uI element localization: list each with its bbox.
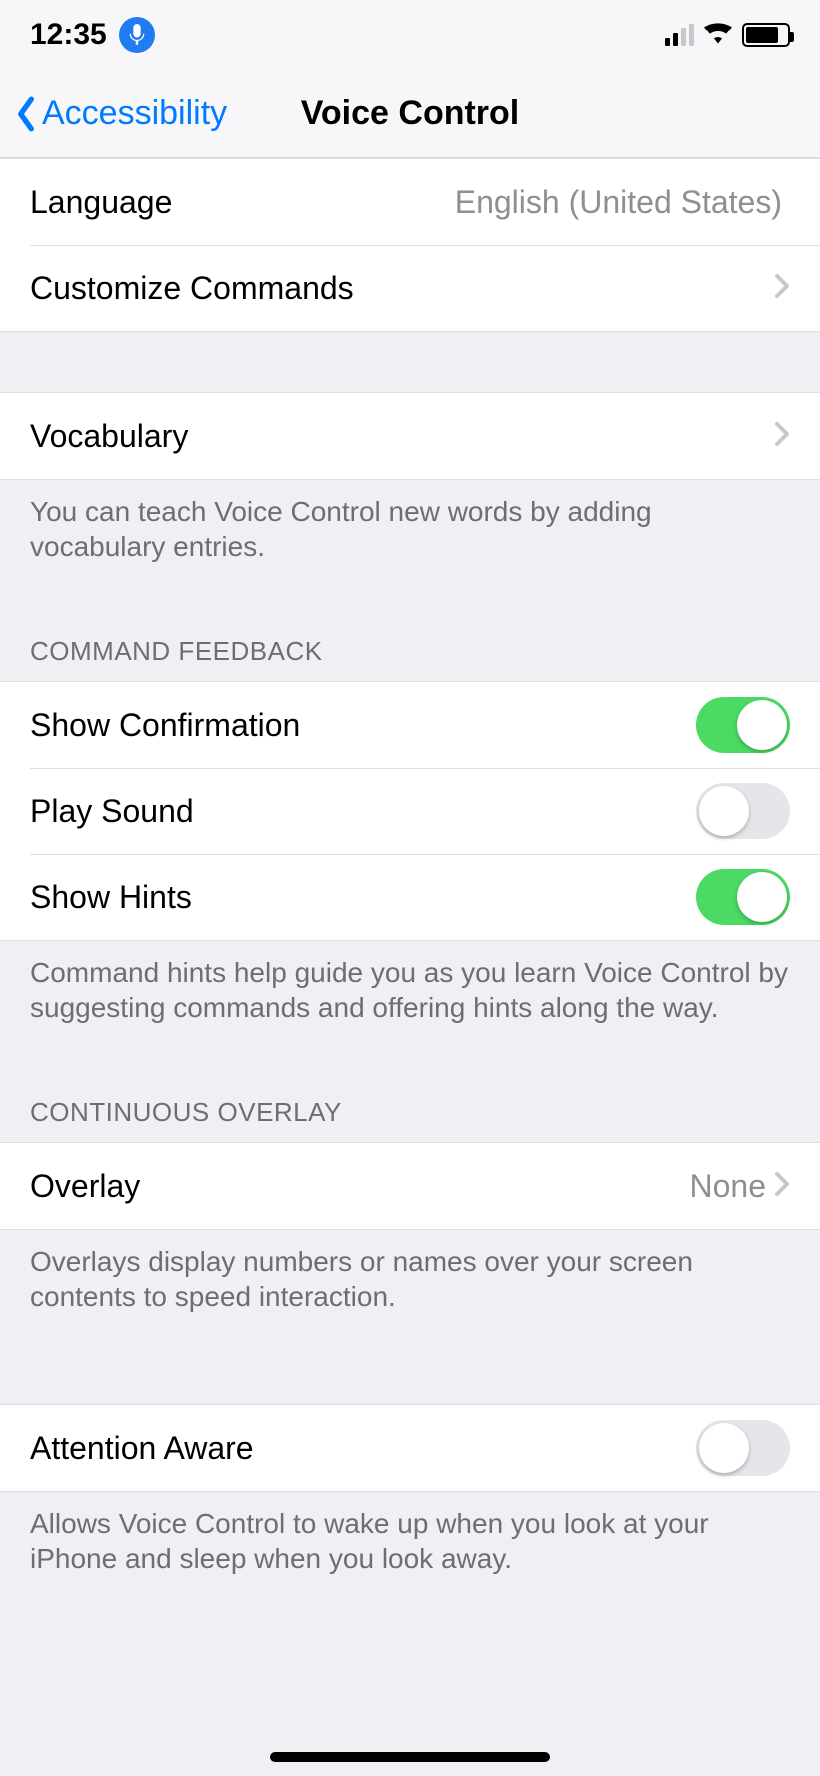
row-language-value: English (United States): [455, 184, 782, 221]
back-button[interactable]: Accessibility: [0, 94, 227, 133]
row-language-label: Language: [30, 184, 172, 221]
row-vocabulary[interactable]: Vocabulary: [0, 393, 820, 479]
chevron-right-icon: [774, 1168, 790, 1205]
attention-footer: Allows Voice Control to wake up when you…: [0, 1492, 820, 1606]
chevron-right-icon: [774, 270, 790, 307]
row-attention-aware-label: Attention Aware: [30, 1430, 254, 1467]
header-continuous-overlay: CONTINUOUS OVERLAY: [0, 1083, 820, 1142]
vocabulary-footer: You can teach Voice Control new words by…: [0, 480, 820, 594]
row-attention-aware[interactable]: Attention Aware: [0, 1405, 820, 1491]
row-overlay-label: Overlay: [30, 1168, 140, 1205]
switch-attention-aware[interactable]: [696, 1420, 790, 1476]
row-language[interactable]: Language English (United States): [0, 159, 820, 245]
row-vocabulary-label: Vocabulary: [30, 418, 188, 455]
battery-icon: [742, 23, 790, 47]
chevron-right-icon: [774, 418, 790, 455]
row-overlay[interactable]: Overlay None: [0, 1143, 820, 1229]
switch-play-sound[interactable]: [696, 783, 790, 839]
switch-show-confirmation[interactable]: [696, 697, 790, 753]
home-indicator[interactable]: [270, 1752, 550, 1762]
cellular-signal-icon: [665, 24, 694, 46]
status-bar: 12:35: [0, 0, 820, 70]
back-label: Accessibility: [42, 94, 227, 133]
row-show-confirmation-label: Show Confirmation: [30, 707, 300, 744]
row-customize-label: Customize Commands: [30, 270, 354, 307]
header-command-feedback: COMMAND FEEDBACK: [0, 622, 820, 681]
switch-show-hints[interactable]: [696, 869, 790, 925]
overlay-footer: Overlays display numbers or names over y…: [0, 1230, 820, 1344]
row-show-hints[interactable]: Show Hints: [0, 854, 820, 940]
row-play-sound[interactable]: Play Sound: [0, 768, 820, 854]
chevron-left-icon: [14, 96, 38, 132]
status-time: 12:35: [30, 18, 107, 52]
row-overlay-value: None: [690, 1168, 767, 1205]
feedback-footer: Command hints help guide you as you lear…: [0, 941, 820, 1055]
wifi-icon: [704, 22, 732, 49]
row-show-confirmation[interactable]: Show Confirmation: [0, 682, 820, 768]
row-play-sound-label: Play Sound: [30, 793, 194, 830]
navigation-bar: Accessibility Voice Control: [0, 70, 820, 158]
row-customize-commands[interactable]: Customize Commands: [0, 245, 820, 331]
voice-control-active-icon: [119, 17, 155, 53]
row-show-hints-label: Show Hints: [30, 879, 192, 916]
